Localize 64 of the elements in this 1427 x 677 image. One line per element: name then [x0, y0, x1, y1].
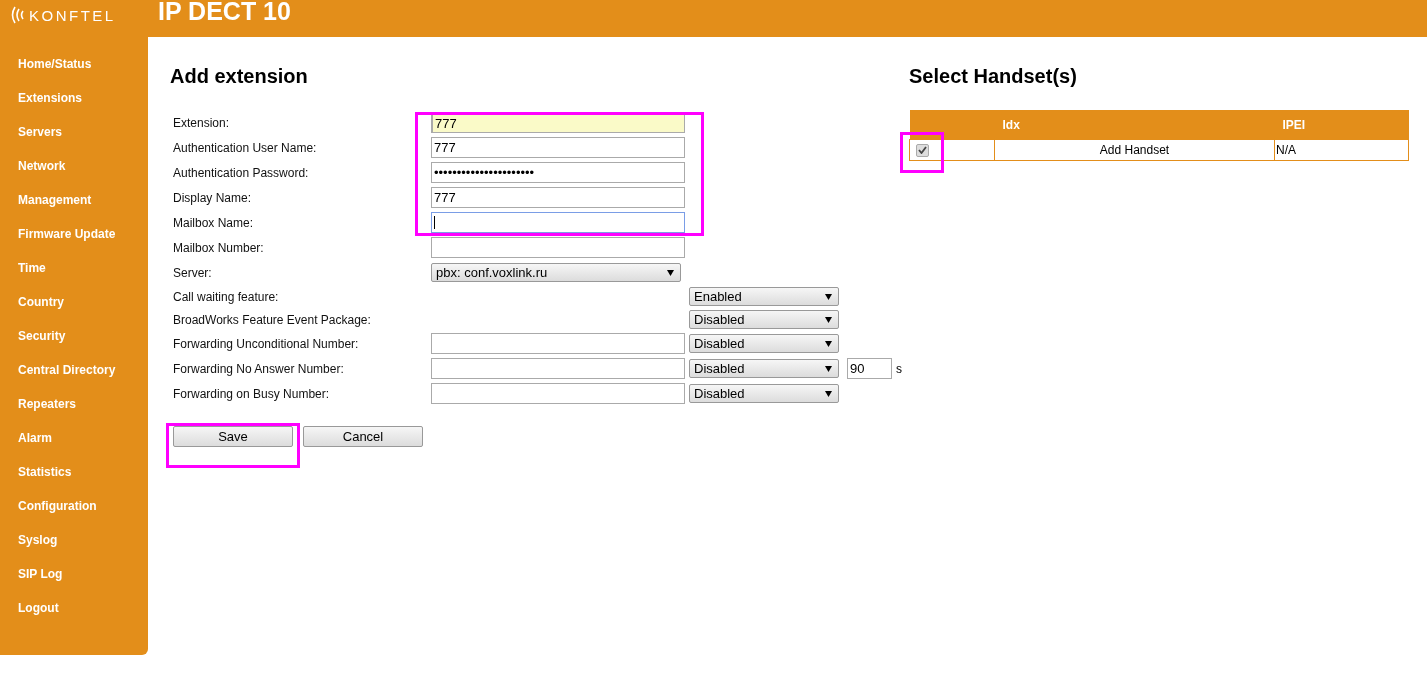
nav-link[interactable]: Home/Status: [0, 54, 148, 88]
sound-waves-icon: [10, 6, 26, 24]
logo-text: KONFTEL: [29, 6, 116, 24]
form-button[interactable]: Save: [173, 426, 293, 447]
text-field[interactable]: [431, 212, 685, 233]
text-field[interactable]: [431, 358, 685, 379]
caret-icon: [667, 269, 674, 276]
caret-icon: [825, 293, 832, 300]
section-title: Select Handset(s): [909, 64, 1078, 88]
timeout-field[interactable]: 90: [847, 358, 892, 379]
dropdown[interactable]: Disabled: [689, 334, 839, 353]
highlight-frame: [900, 132, 944, 173]
nav-link[interactable]: Logout: [0, 598, 148, 632]
field-label: Authentication User Name:: [173, 140, 317, 155]
table-cell: N/A: [1274, 139, 1409, 161]
nav-link[interactable]: Security: [0, 326, 148, 360]
field-label: Display Name:: [173, 190, 252, 205]
nav-link[interactable]: Configuration: [0, 496, 148, 530]
field-label: Extension:: [173, 115, 230, 130]
column-header: IPEI: [1274, 110, 1409, 140]
field-label: Server:: [173, 265, 212, 280]
nav-link[interactable]: SIP Log: [0, 564, 148, 598]
nav-link[interactable]: Servers: [0, 122, 148, 156]
nav-link[interactable]: Central Directory: [0, 360, 148, 394]
text-field[interactable]: 777: [431, 137, 685, 158]
caret-icon: [825, 316, 832, 323]
field-label: Call waiting feature:: [173, 289, 279, 304]
page-title: IP DECT 10: [158, 0, 291, 22]
text-field[interactable]: [431, 333, 685, 354]
field-label: Mailbox Name:: [173, 215, 254, 230]
nav-link[interactable]: Firmware Update: [0, 224, 148, 258]
form-button[interactable]: Cancel: [303, 426, 423, 447]
field-label: Authentication Password:: [173, 165, 309, 180]
nav-link[interactable]: Alarm: [0, 428, 148, 462]
nav-link[interactable]: Repeaters: [0, 394, 148, 428]
form-title: Add extension: [170, 64, 309, 88]
caret-icon: [825, 365, 832, 372]
text-field[interactable]: ••••••••••••••••••••••: [431, 162, 685, 183]
field-label: Forwarding Unconditional Number:: [173, 336, 359, 351]
field-label: BroadWorks Feature Event Package:: [173, 312, 371, 327]
caret-icon: [825, 390, 832, 397]
text-field[interactable]: 777: [431, 187, 685, 208]
field-label: Forwarding No Answer Number:: [173, 361, 344, 376]
dropdown[interactable]: Disabled: [689, 359, 839, 378]
nav-link[interactable]: Management: [0, 190, 148, 224]
nav-link[interactable]: Country: [0, 292, 148, 326]
nav-link[interactable]: Statistics: [0, 462, 148, 496]
unit-label: s: [895, 361, 902, 376]
server-dropdown[interactable]: pbx: conf.voxlink.ru: [431, 263, 681, 282]
table-cell: Add Handset: [994, 139, 1275, 161]
checkbox[interactable]: [916, 143, 929, 157]
text-field[interactable]: [431, 383, 685, 404]
nav-link[interactable]: Extensions: [0, 88, 148, 122]
nav-link[interactable]: Time: [0, 258, 148, 292]
caret-icon: [825, 340, 832, 347]
dropdown[interactable]: Disabled: [689, 310, 839, 329]
dropdown[interactable]: Disabled: [689, 384, 839, 403]
column-header: Idx: [994, 110, 1275, 140]
dropdown[interactable]: Enabled: [689, 287, 839, 306]
field-label: Mailbox Number:: [173, 240, 264, 255]
nav-link[interactable]: Network: [0, 156, 148, 190]
text-field[interactable]: [431, 237, 685, 258]
field-label: Forwarding on Busy Number:: [173, 386, 330, 401]
nav-link[interactable]: Syslog: [0, 530, 148, 564]
